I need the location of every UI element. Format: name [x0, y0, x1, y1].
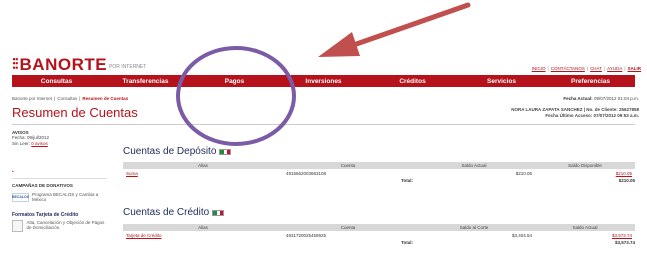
banorte-logo-subtitle: POR INTERNET	[109, 64, 147, 70]
deposito-title: Cuentas de Depósito	[123, 146, 232, 157]
avisos-sin-leer-label: Sin Leer:	[12, 141, 31, 146]
mexico-flag-icon	[219, 148, 232, 155]
sidebar: AVISOS Fecha: 09/jul/2012 Sin Leer: 0 av…	[12, 130, 107, 232]
nav-servicios[interactable]: Servicios	[457, 78, 546, 85]
breadcrumb-consultas[interactable]: Consultas	[57, 96, 77, 101]
page-title: Resumen de Cuentas	[12, 105, 138, 120]
top-link-contactanos[interactable]: CONTÁCTANOS	[551, 66, 585, 71]
nav-transferencias[interactable]: Transferencias	[101, 78, 190, 85]
nav-pagos[interactable]: Pagos	[190, 78, 279, 85]
credito-total-row: Total: $3,573.74	[123, 239, 635, 246]
nav-inversiones[interactable]: Inversiones	[279, 78, 368, 85]
saldo-corte: $3,404.54	[511, 232, 532, 238]
user-last-access: Fecha Último Acceso: 07/07/2012 09:53 a.…	[545, 113, 639, 118]
document-icon	[12, 220, 23, 232]
saldo-disponible-link[interactable]: $210.05	[616, 171, 632, 176]
deposito-total-value: $210.05	[618, 178, 635, 183]
top-link-inicio[interactable]: INICIO	[532, 66, 546, 71]
banorte-logo[interactable]: ⫶⫶ BANORTE POR INTERNET	[12, 55, 147, 74]
title-divider	[12, 124, 635, 125]
breadcrumb-home[interactable]: Banorte por Internet	[12, 96, 52, 101]
user-info: NORA LAURA ZAPATA SANCHEZ | No. de Clien…	[511, 107, 639, 119]
breadcrumb: Banorte por Internet | Consultas | Resumen…	[12, 96, 129, 101]
current-date: Fecha Actual: 09/07/2012 01:04 p.m.	[563, 96, 639, 101]
current-date-value: 09/07/2012 01:04 p.m.	[593, 96, 639, 101]
breadcrumb-current: Resumen de Cuentas	[82, 96, 129, 101]
becalos-promo[interactable]: BECALOS Programa BECALOS y Cambia a Méxi…	[12, 192, 107, 202]
formatos-text: Alta, Cancelación y Objeción de Pagos de…	[26, 220, 105, 230]
credito-table: Alias Cuenta Saldo al Corte Saldo Actual…	[123, 224, 635, 246]
arrow-shaft	[342, 2, 471, 51]
becalos-logo: BECALOS	[12, 192, 29, 202]
account-number: 4931720025459925	[286, 232, 327, 238]
deposito-total-label: Total:	[401, 178, 413, 183]
current-date-label: Fecha Actual:	[563, 96, 593, 101]
header-saldo-disponible: Saldo Disponible	[568, 163, 602, 168]
top-link-ayuda[interactable]: AYUDA	[607, 66, 622, 71]
banorte-logo-text: BANORTE	[19, 55, 108, 74]
deposito-total-row: Total: $210.05	[123, 177, 635, 184]
sidebar-divider	[12, 178, 107, 179]
header-alias: Alias	[198, 225, 208, 230]
account-alias-link[interactable]: Suma	[126, 171, 138, 176]
top-links: INICIO | CONTÁCTANOS | CHAT | AYUDA | SALIR	[531, 66, 642, 71]
credito-total-value: $3,573.74	[614, 240, 635, 245]
banorte-logo-mark: ⫶⫶	[12, 56, 18, 73]
credito-total-label: Total:	[401, 240, 413, 245]
header-saldo-corte: Saldo al Corte	[459, 225, 489, 230]
deposito-table-header: Alias Cuenta Saldo Actual Saldo Disponib…	[123, 162, 635, 169]
main-nav: Consultas Transferencias Pagos Inversion…	[12, 75, 635, 87]
account-alias-link[interactable]: Tarjeta de Crédito	[126, 233, 162, 238]
table-row: Tarjeta de Crédito 4931720025459925 $3,4…	[123, 231, 635, 239]
deposito-table: Alias Cuenta Saldo Actual Saldo Disponib…	[123, 162, 635, 184]
sidebar-bullet: •	[12, 169, 14, 174]
avisos-link[interactable]: 0 avisos	[31, 141, 48, 146]
becalos-text: Programa BECALOS y Cambia a México	[32, 192, 99, 202]
nav-preferencias[interactable]: Preferencias	[546, 78, 635, 85]
credito-title: Cuentas de Crédito	[123, 207, 225, 218]
formatos-item[interactable]: Alta, Cancelación y Objeción de Pagos de…	[12, 220, 107, 232]
account-number: 4915662003663108	[286, 170, 327, 176]
ellipse-highlight	[176, 46, 296, 146]
header-cuenta: Cuenta	[340, 225, 356, 230]
credito-title-text: Cuentas de Crédito	[123, 207, 210, 218]
top-link-salir[interactable]: SALIR	[628, 66, 642, 71]
credito-table-header: Alias Cuenta Saldo al Corte Saldo Actual	[123, 224, 635, 231]
nav-consultas[interactable]: Consultas	[12, 78, 101, 85]
avisos-sin-leer: Sin Leer: 0 avisos	[12, 141, 107, 147]
header-cuenta: Cuenta	[340, 163, 356, 168]
formatos-title: Formatos Tarjeta de Crédito	[12, 212, 79, 218]
top-link-chat[interactable]: CHAT	[590, 66, 602, 71]
header-saldo-actual: Saldo Actual	[461, 163, 487, 168]
mexico-flag-icon	[212, 209, 225, 216]
campanas-title: CAMPAÑAS DE DONATIVOS	[12, 183, 73, 188]
header-saldo-actual: Saldo Actual	[572, 225, 598, 230]
nav-creditos[interactable]: Créditos	[368, 78, 457, 85]
deposito-title-text: Cuentas de Depósito	[123, 146, 217, 157]
saldo-actual: $210.05	[515, 170, 532, 176]
header-alias: Alias	[198, 163, 208, 168]
table-row: Suma 4915662003663108 $210.05 $210.05	[123, 169, 635, 177]
arrow-head-icon	[318, 32, 360, 57]
saldo-actual-link[interactable]: $3,573.74	[612, 233, 632, 238]
